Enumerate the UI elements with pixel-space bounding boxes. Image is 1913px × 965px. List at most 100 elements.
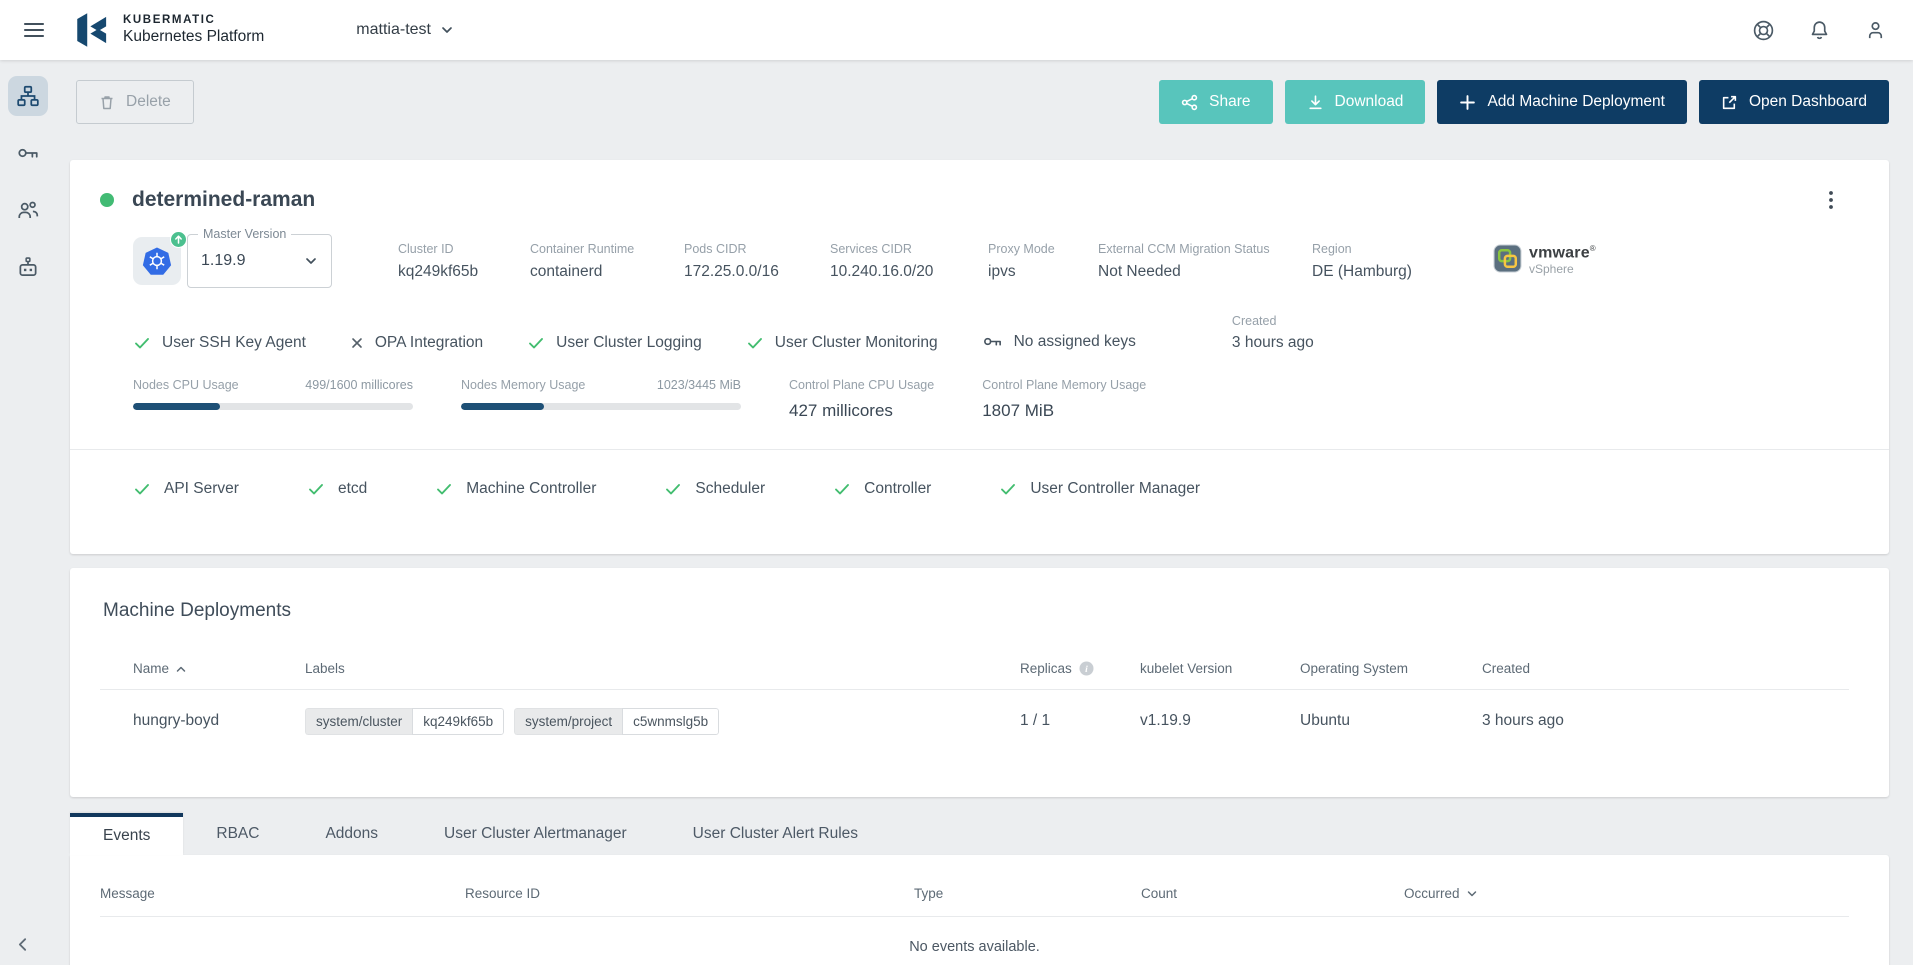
sidebar-item-clusters[interactable] (8, 76, 48, 116)
chevron-down-icon (304, 254, 318, 268)
md-operating-system: Ubuntu (1300, 712, 1482, 730)
sidebar-item-ssh-keys[interactable] (8, 133, 48, 173)
tab-events[interactable]: Events (70, 813, 183, 855)
container-runtime-field: Container Runtime containerd (530, 242, 648, 281)
md-labels: system/cluster kq249kf65b system/project… (305, 708, 1020, 735)
feature-user-cluster-monitoring: User Cluster Monitoring (746, 334, 938, 352)
label-chip: system/cluster kq249kf65b (305, 708, 504, 735)
project-selector[interactable]: mattia-test (356, 21, 454, 39)
check-icon (133, 334, 151, 352)
events-panel: Message Resource ID Type Count Occurred … (70, 855, 1889, 965)
nodes-memory-progress-bar (461, 403, 741, 410)
column-occurred[interactable]: Occurred (1404, 886, 1849, 901)
machine-deployment-row[interactable]: hungry-boyd system/cluster kq249kf65b sy… (100, 690, 1849, 752)
sidebar-item-service-accounts[interactable] (8, 247, 48, 287)
robot-icon (16, 255, 40, 279)
column-type: Type (914, 886, 1141, 901)
md-created: 3 hours ago (1482, 712, 1849, 730)
feature-user-ssh-key-agent: User SSH Key Agent (133, 334, 306, 352)
column-operating-system: Operating System (1300, 661, 1482, 676)
add-machine-deployment-button[interactable]: Add Machine Deployment (1437, 80, 1687, 124)
vsphere-icon (1493, 244, 1522, 273)
check-icon (664, 480, 682, 498)
tab-addons[interactable]: Addons (292, 813, 411, 855)
user-account-icon[interactable] (1864, 19, 1887, 42)
column-name[interactable]: Name (133, 661, 305, 676)
delete-button-label: Delete (126, 93, 171, 111)
open-dashboard-label: Open Dashboard (1749, 93, 1867, 111)
help-icon[interactable] (1752, 19, 1775, 42)
component-machine-controller: Machine Controller (435, 480, 596, 498)
key-icon (16, 141, 40, 165)
sidebar-item-members[interactable] (8, 190, 48, 230)
download-button-label: Download (1335, 93, 1404, 111)
sort-descending-icon (1467, 890, 1477, 898)
pods-cidr-field: Pods CIDR 172.25.0.0/16 (684, 242, 794, 281)
region-field: Region DE (Hamburg) (1312, 242, 1457, 281)
column-message: Message (100, 886, 465, 901)
nodes-cpu-usage-metric: Nodes CPU Usage 499/1600 millicores (133, 378, 413, 421)
cluster-actions-menu-icon[interactable] (1813, 182, 1849, 218)
feature-user-cluster-logging: User Cluster Logging (527, 334, 702, 352)
control-plane-cpu-usage-metric: Control Plane CPU Usage 427 millicores (789, 378, 934, 421)
share-button-label: Share (1209, 93, 1250, 111)
proxy-mode-field: Proxy Mode ipvs (988, 242, 1062, 281)
provider-name: vmware (1529, 244, 1590, 261)
check-icon (133, 480, 151, 498)
md-kubelet-version: v1.19.9 (1140, 712, 1300, 730)
external-link-icon (1721, 94, 1738, 111)
members-icon (16, 198, 40, 222)
delete-button[interactable]: Delete (76, 80, 194, 124)
nodes-memory-usage-metric: Nodes Memory Usage 1023/3445 MiB (461, 378, 741, 421)
check-icon (999, 480, 1017, 498)
master-version-value: 1.19.9 (201, 252, 245, 270)
control-plane-memory-usage-metric: Control Plane Memory Usage 1807 MiB (982, 378, 1146, 421)
brand-subtitle: Kubernetes Platform (123, 28, 264, 46)
tab-rbac[interactable]: RBAC (183, 813, 292, 855)
collapse-sidebar-icon[interactable] (14, 936, 31, 953)
component-user-controller-manager: User Controller Manager (999, 480, 1200, 498)
sort-ascending-icon (176, 665, 186, 673)
column-count: Count (1141, 886, 1404, 901)
label-chip: system/project c5wnmslg5b (514, 708, 719, 735)
nodes-cpu-progress-bar (133, 403, 413, 410)
tab-user-cluster-alertmanager[interactable]: User Cluster Alertmanager (411, 813, 660, 855)
cluster-name: determined-raman (132, 188, 315, 212)
cluster-action-bar: Delete Share Download Add Machine Deploy… (76, 80, 1889, 124)
open-dashboard-button[interactable]: Open Dashboard (1699, 80, 1889, 124)
kubermatic-logo: KUBERMATIC Kubernetes Platform (74, 9, 264, 51)
kubernetes-version-icon (133, 237, 181, 285)
cluster-created-field: Created 3 hours ago (1232, 314, 1314, 352)
check-icon (527, 334, 545, 352)
events-table-header: Message Resource ID Type Count Occurred (100, 855, 1849, 917)
brand-title: KUBERMATIC (123, 14, 264, 26)
trash-icon (99, 94, 115, 111)
cluster-tree-icon (16, 84, 40, 108)
notifications-bell-icon[interactable] (1808, 19, 1831, 42)
master-version-select[interactable]: Master Version 1.19.9 (187, 234, 332, 288)
column-resource-id: Resource ID (465, 886, 914, 901)
feature-opa-integration: OPA Integration (350, 334, 483, 352)
share-icon (1181, 94, 1198, 111)
column-labels: Labels (305, 661, 1020, 676)
tab-user-cluster-alert-rules[interactable]: User Cluster Alert Rules (660, 813, 891, 855)
column-created: Created (1482, 661, 1849, 676)
provider-product: vSphere (1529, 262, 1596, 276)
key-icon (982, 331, 1003, 352)
md-name: hungry-boyd (133, 712, 305, 730)
column-kubelet-version: kubelet Version (1140, 661, 1300, 676)
cross-icon (350, 336, 364, 350)
machine-deployments-table-header: Name Labels Replicas i kubelet Version O… (100, 648, 1849, 690)
share-button[interactable]: Share (1159, 80, 1272, 124)
md-replicas: 1 / 1 (1020, 712, 1140, 730)
chevron-down-icon (440, 23, 454, 37)
download-button[interactable]: Download (1285, 80, 1426, 124)
control-plane-components: API Server etcd Machine Controller Sched… (100, 450, 1849, 554)
menu-icon[interactable] (16, 12, 52, 48)
upgrade-available-icon (170, 231, 187, 248)
top-bar: KUBERMATIC Kubernetes Platform mattia-te… (0, 0, 1913, 60)
component-etcd: etcd (307, 480, 367, 498)
master-version-label: Master Version (198, 227, 291, 241)
external-ccm-migration-status-field: External CCM Migration Status Not Needed (1098, 242, 1276, 281)
provider-logo: vmware® vSphere (1493, 244, 1596, 276)
